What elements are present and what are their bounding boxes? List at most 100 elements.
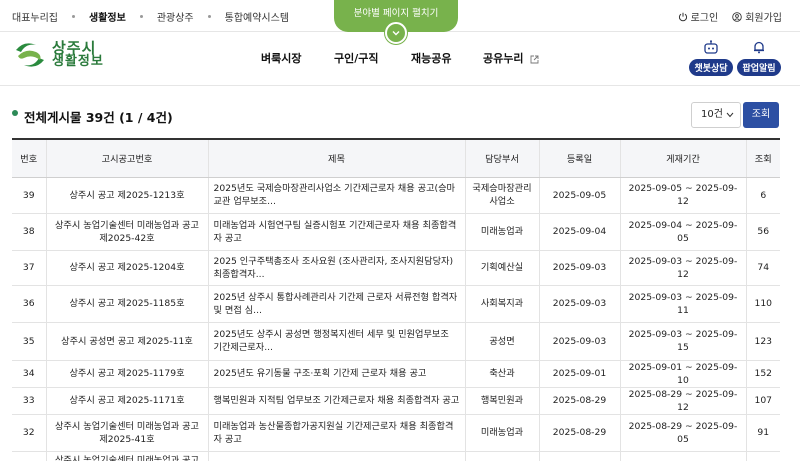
col-header-no: 번호 [12,138,46,178]
topnav-item-tourism[interactable]: 관광상주 [157,9,194,24]
cell-title-link[interactable]: 행복민원과 지적팀 업무보조 기간제근로자 채용 최종합격자 공고 [207,387,465,415]
job-notice-table: 번호 고시공고번호 제목 담당부서 등록일 게재기간 조회 39 상주시 공고 … [12,138,780,461]
separator-dot [207,15,211,18]
table-row[interactable]: 35 상주시 공성면 공고 제2025-11호 2025년도 상주시 공성면 행… [12,322,780,361]
table-row[interactable]: 상주시 농업기술센터 미래농업과 공고 제 [12,451,780,461]
search-button[interactable]: 조회 [743,102,779,128]
nav-flea-market[interactable]: 벼룩시장 [261,50,301,66]
user-circle-icon [732,11,742,22]
separator-dot [139,15,143,18]
popup-alert-button[interactable]: 팝업알림 [731,40,787,76]
table-row[interactable]: 37 상주시 공고 제2025-1204호 2025 인구주택총조사 조사요원 … [12,250,780,286]
cell-date: 2025-09-03 [538,322,620,361]
logo-title: 상주시 [52,39,97,57]
external-link-icon [530,55,539,63]
list-count-text: 전체게시물 39건 (1 / 4건) [24,110,173,125]
cell-period: 2025-09-03 ~ 2025-09-15 [619,322,746,361]
cell-dept: 축산과 [464,360,539,388]
cell-no: 34 [12,360,46,388]
cell-period: 2025-09-01 ~ 2025-09-10 [619,360,746,388]
col-header-title: 제목 [207,138,465,178]
bell-icon [754,41,764,54]
power-icon [678,12,687,21]
col-header-notice-no: 고시공고번호 [45,138,208,178]
table-row[interactable]: 36 상주시 공고 제2025-1185호 2025년 상주시 통합사례관리사 … [12,285,780,323]
cell-views: 107 [745,387,780,415]
cell-period: 2025-09-05 ~ 2025-09-12 [619,177,746,214]
signup-link[interactable]: 회원가입 [732,9,782,24]
nav-jobs[interactable]: 구인/구직 [334,50,379,66]
topnav-item-life-info[interactable]: 생활정보 [89,9,126,24]
separator-dot [72,15,75,18]
topnav-item-main-site[interactable]: 대표누리집 [12,9,58,24]
list-header: 전체게시물 39건 (1 / 4건) 10건 조회 [12,102,788,128]
cell-notice-no: 상주시 농업기술센터 미래농업과 공고 제 [45,451,208,461]
cell-notice-no: 상주시 공고 제2025-1213호 [45,177,208,214]
col-header-dept: 담당부서 [464,138,539,178]
nav-talent-share[interactable]: 재능공유 [411,50,451,66]
robot-icon [704,40,718,54]
cell-views: 152 [745,360,780,388]
table-header-row: 번호 고시공고번호 제목 담당부서 등록일 게재기간 조회 [12,138,780,178]
cell-notice-no: 상주시 농업기술센터 미래농업과 공고 제2025-41호 [45,414,208,452]
cell-title-link[interactable]: 2025년도 국제승마장관리사업소 기간제근로자 채용 공고(승마교관 업무보조… [207,177,465,214]
page-size-select[interactable]: 10건 [691,102,741,128]
cell-no: 37 [12,250,46,286]
cell-title-link[interactable]: 2025년도 상주시 공성면 행정복지센터 세무 및 민원업무보조 기간제근로자… [207,322,465,361]
cell-views: 56 [745,213,780,251]
cell-title-link[interactable]: 2025 인구주택총조사 조사요원 (조사관리자, 조사지원담당자) 최종합격자… [207,250,465,286]
cell-dept: 미래농업과 [464,213,539,251]
cell-no: 35 [12,322,46,361]
cell-dept: 기획예산실 [464,250,539,286]
table-row[interactable]: 32 상주시 농업기술센터 미래농업과 공고 제2025-41호 미래농업과 농… [12,414,780,452]
nav-share-nuri[interactable]: 공유누리 [483,50,539,66]
cell-title-link[interactable] [207,451,465,461]
cell-period: 2025-09-04 ~ 2025-09-05 [619,213,746,251]
cell-period: 2025-09-03 ~ 2025-09-12 [619,250,746,286]
site-header: 상주시 생활정보 벼룩시장 구인/구직 재능공유 공유누리 챗봇상담 팝업알림 [0,32,800,86]
login-label: 로그인 [690,13,719,24]
cell-views: 110 [745,285,780,323]
cell-title-link[interactable]: 2025년도 유기동물 구조·포획 기간제 근로자 채용 공고 [207,360,465,388]
cell-title-link[interactable]: 미래농업과 농산물종합가공지원실 기간제근로자 채용 최종합격자 공고 [207,414,465,452]
unfold-label: 분야별 페이지 펼치기 [353,8,439,19]
table-row[interactable]: 34 상주시 공고 제2025-1179호 2025년도 유기동물 구조·포획 … [12,360,780,388]
page-size-value: 10건 [701,109,723,120]
cell-notice-no: 상주시 공고 제2025-1204호 [45,250,208,286]
topnav-item-reservation[interactable]: 통합예약시스템 [225,9,289,24]
table-row[interactable]: 38 상주시 농업기술센터 미래농업과 공고 제2025-42호 미래농업과 시… [12,213,780,251]
sangju-logo-icon [16,43,44,67]
cell-date: 2025-09-03 [538,250,620,286]
nav-share-nuri-label: 공유누리 [483,52,524,65]
cell-dept: 행복민원과 [464,387,539,415]
cell-notice-no: 상주시 공고 제2025-1171호 [45,387,208,415]
account-links: 로그인 회원가입 [664,9,782,24]
table-row[interactable]: 39 상주시 공고 제2025-1213호 2025년도 국제승마장관리사업소 … [12,177,780,214]
cell-no: 39 [12,177,46,214]
cell-views: 91 [745,414,780,452]
cell-no: 38 [12,213,46,251]
chatbot-label: 챗봇상담 [689,59,733,76]
cell-dept: 사회복지과 [464,285,539,323]
cell-title-link[interactable]: 미래농업과 시험연구팀 실증시험포 기간제근로자 채용 최종합격자 공고 [207,213,465,251]
cell-no [12,451,46,461]
cell-date: 2025-09-01 [538,360,620,388]
popup-alert-label: 팝업알림 [737,59,781,76]
cell-notice-no: 상주시 공고 제2025-1179호 [45,360,208,388]
cell-period: 2025-08-29 ~ 2025-09-12 [619,387,746,415]
chevron-down-icon [726,112,734,118]
cell-dept: 미래농업과 [464,414,539,452]
cell-views: 6 [745,177,780,214]
cell-date: 2025-08-29 [538,387,620,415]
cell-title-link[interactable]: 2025년 상주시 통합사례관리사 기간제 근로자 서류전형 합격자 및 면접 … [207,285,465,323]
signup-label: 회원가입 [745,13,782,24]
cell-views: 74 [745,250,780,286]
col-header-period: 게재기간 [619,138,746,178]
site-logo[interactable]: 상주시 생활정보 [12,40,104,70]
logo-subtitle: 생활정보 [52,54,104,69]
cell-dept [464,451,539,461]
cell-views: 123 [745,322,780,361]
login-link[interactable]: 로그인 [678,9,719,24]
cell-date: 2025-09-05 [538,177,620,214]
table-row[interactable]: 33 상주시 공고 제2025-1171호 행복민원과 지적팀 업무보조 기간제… [12,387,780,415]
